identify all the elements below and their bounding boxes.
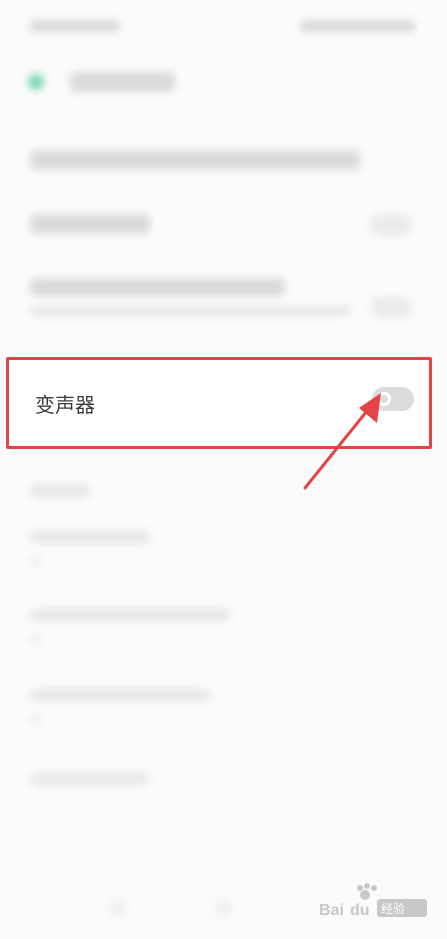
row-7 [30,772,150,786]
nav-center [215,900,231,916]
svg-text:经验: 经验 [381,901,405,916]
section-header [30,484,90,498]
row-3-switch [370,296,412,318]
header-title [70,72,175,92]
status-bar-right [300,20,415,32]
row-3 [30,278,285,296]
status-bar-left [30,20,120,32]
settings-page: 变声器 Bai du 经验 [0,0,447,939]
svg-text:du: du [350,902,370,919]
row-6 [30,688,210,702]
header-icon [28,74,44,90]
baidu-watermark-icon: Bai du 经验 [319,883,427,919]
row-5 [30,608,230,622]
row-2 [30,214,150,234]
nav-left [110,900,126,916]
row-4 [30,530,150,544]
row-6-sub [30,714,40,724]
row-1 [30,150,360,170]
svg-text:Bai: Bai [319,902,344,919]
annotation-arrow-icon [303,393,381,490]
voice-changer-label: 变声器 [35,395,95,417]
row-2-switch [370,214,412,236]
row-3-sub [30,306,350,316]
row-5-sub [30,634,40,644]
row-4-sub [30,556,40,566]
